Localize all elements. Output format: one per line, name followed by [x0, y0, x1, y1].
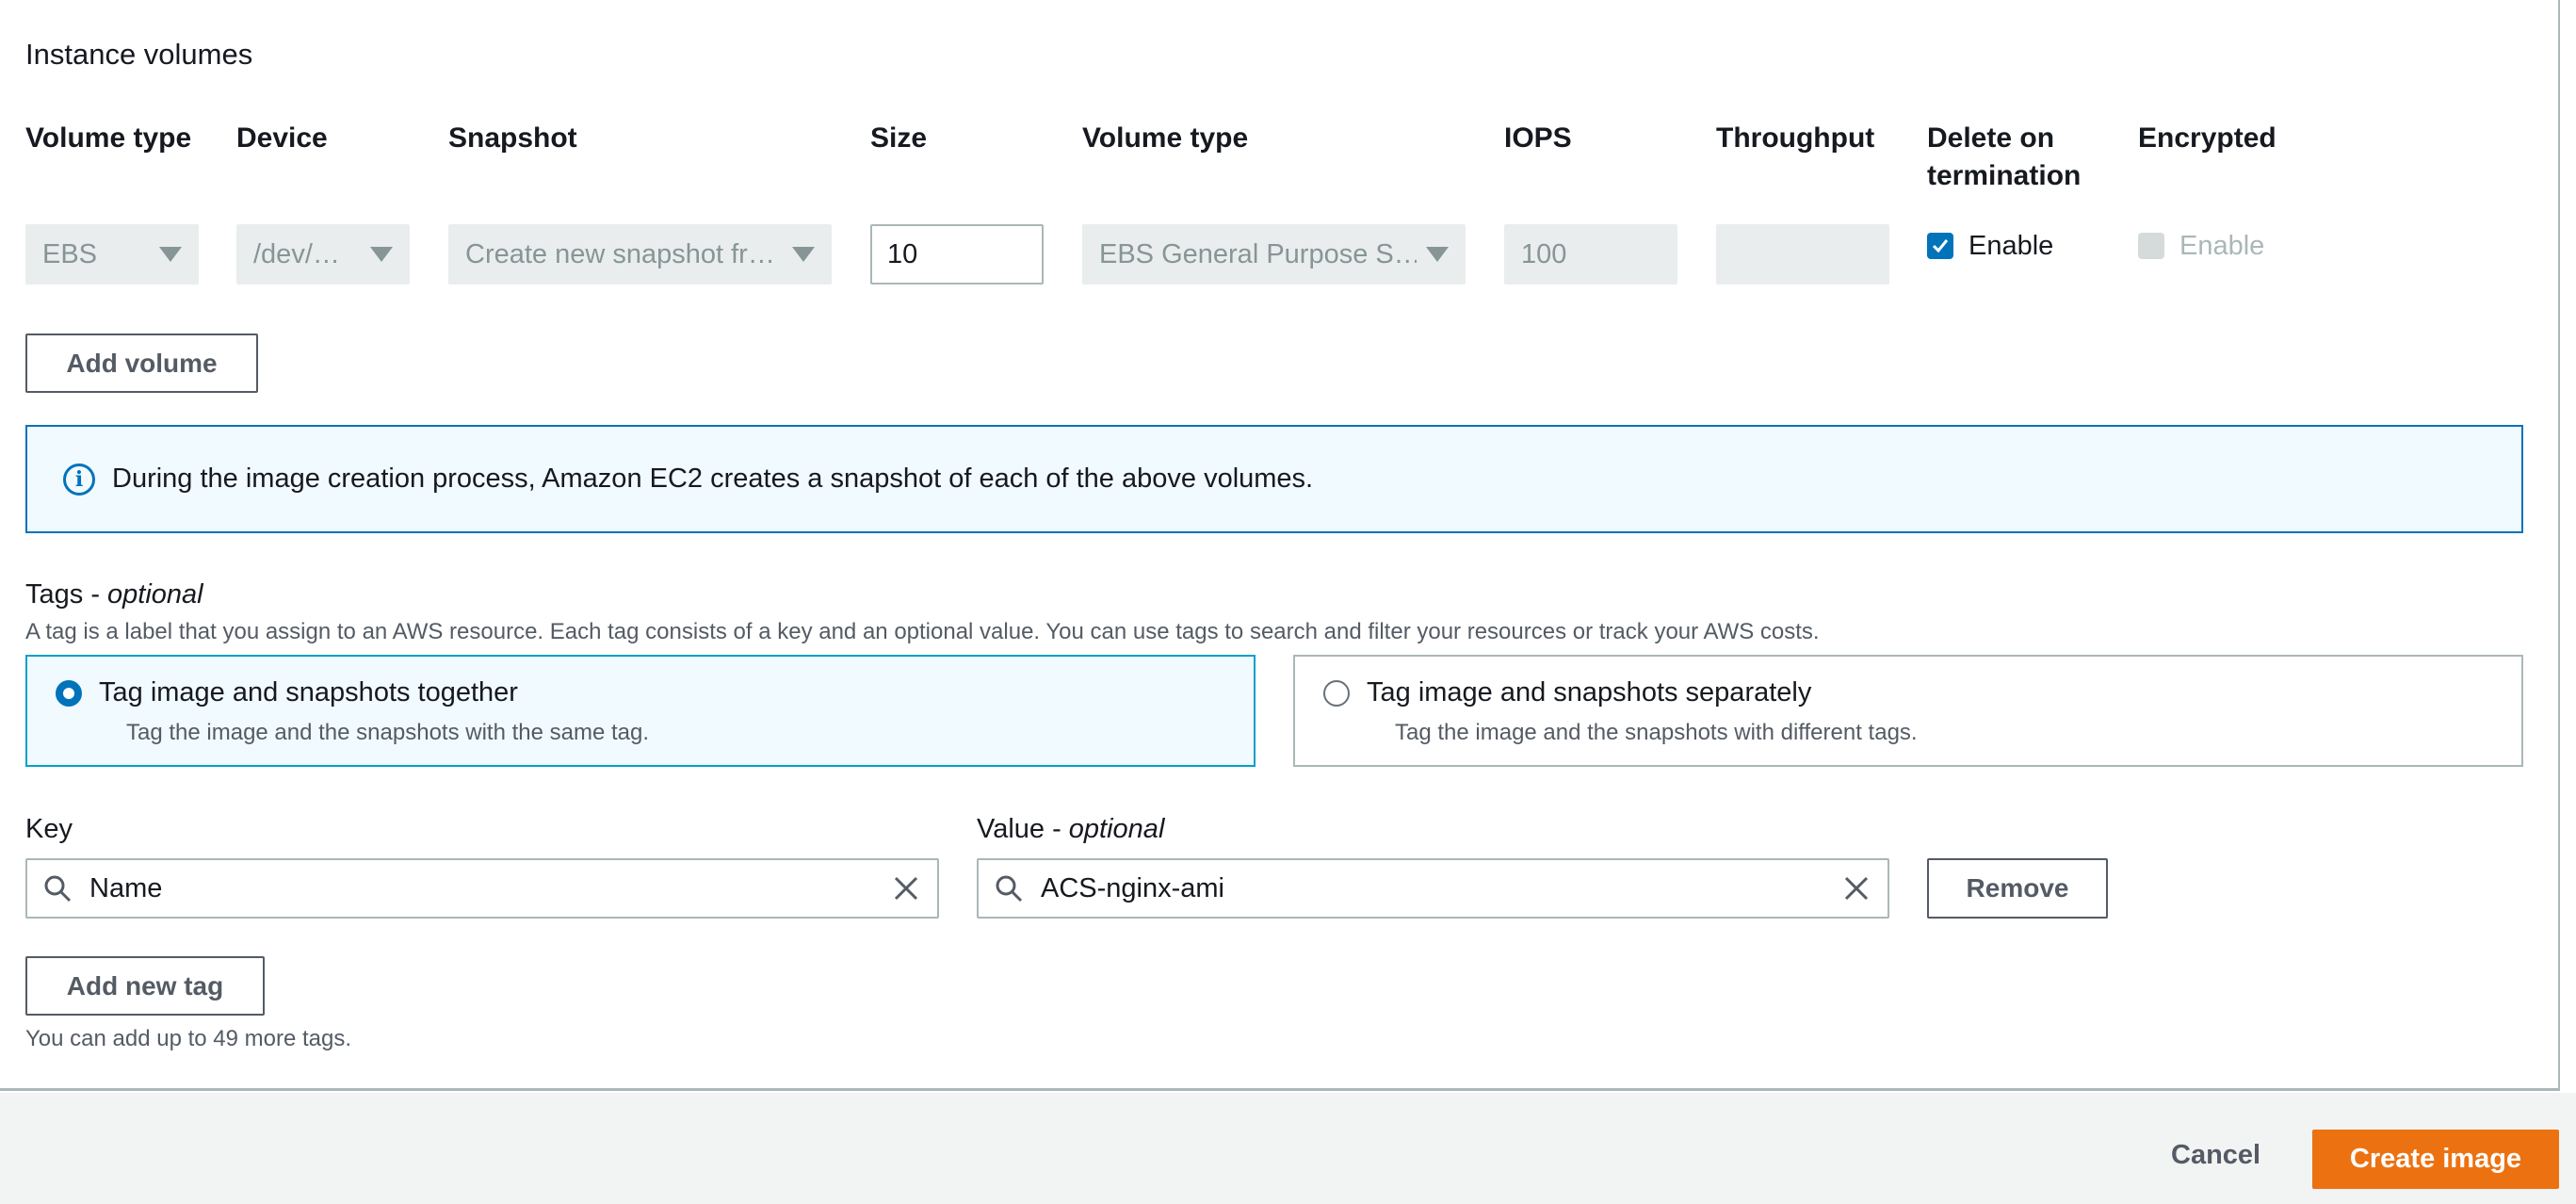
- tags-title-text: Tags -: [25, 579, 108, 610]
- tag-value-input[interactable]: ACS-nginx-ami: [977, 858, 1889, 919]
- add-new-tag-button[interactable]: Add new tag: [25, 956, 265, 1016]
- volume-type-value: EBS: [42, 238, 98, 269]
- clear-icon[interactable]: [892, 874, 920, 903]
- tags-title: Tags - optional: [25, 579, 203, 610]
- radio-selected-icon: [56, 679, 82, 707]
- tag-together-label: Tag image and snapshots together: [99, 677, 518, 708]
- search-icon: [996, 875, 1023, 903]
- col-size: Size: [870, 122, 928, 154]
- value-label-text: Value -: [977, 814, 1069, 844]
- delete-on-termination-label: Enable: [1968, 230, 2054, 261]
- form-panel: Instance volumes Volume type Device Snap…: [0, 0, 2560, 1091]
- create-image-page: Instance volumes Volume type Device Snap…: [0, 0, 2576, 1204]
- col-volume-type: Volume type: [25, 122, 192, 154]
- cancel-button[interactable]: Cancel: [2171, 1140, 2260, 1171]
- device-select[interactable]: /dev/…: [236, 224, 410, 285]
- caret-down-icon: [792, 247, 815, 262]
- caret-down-icon: [370, 247, 393, 262]
- tag-together-option[interactable]: Tag image and snapshots together Tag the…: [25, 655, 1256, 767]
- snapshot-value: Create new snapshot fr…: [465, 238, 775, 269]
- col-device: Device: [236, 122, 328, 154]
- tag-separately-label: Tag image and snapshots separately: [1367, 677, 1812, 708]
- remove-tag-button[interactable]: Remove: [1927, 858, 2108, 919]
- delete-on-termination-checkbox[interactable]: Enable: [1927, 230, 2053, 262]
- create-image-button[interactable]: Create image: [2312, 1130, 2559, 1189]
- caret-down-icon: [159, 247, 182, 262]
- col-snapshot: Snapshot: [448, 122, 577, 154]
- throughput-input[interactable]: [1716, 224, 1889, 285]
- checkbox-checked-icon: [1927, 233, 1953, 259]
- tags-description: A tag is a label that you assign to an A…: [25, 619, 1820, 644]
- checkbox-unchecked-icon: [2138, 233, 2164, 259]
- clear-icon[interactable]: [1842, 874, 1871, 903]
- tags-title-optional: optional: [107, 579, 203, 610]
- info-icon: i: [63, 463, 95, 496]
- key-label: Key: [25, 814, 73, 844]
- info-alert: i During the image creation process, Ama…: [25, 425, 2523, 533]
- tag-value-value: ACS-nginx-ami: [1041, 872, 1224, 903]
- search-icon: [44, 875, 72, 903]
- value-label-optional: optional: [1068, 814, 1165, 844]
- volume-type-select[interactable]: EBS: [25, 224, 199, 285]
- tag-separately-option[interactable]: Tag image and snapshots separately Tag t…: [1293, 655, 2523, 767]
- tag-separately-description: Tag the image and the snapshots with dif…: [1395, 720, 1918, 745]
- tag-key-value: Name: [89, 872, 163, 903]
- size-input[interactable]: 10: [870, 224, 1044, 285]
- radio-unselected-icon: [1323, 679, 1350, 707]
- col-ebs-volume-type: Volume type: [1082, 122, 1249, 154]
- iops-input[interactable]: 100: [1504, 224, 1677, 285]
- ebs-volume-type-select[interactable]: EBS General Purpose S…: [1082, 224, 1466, 285]
- caret-down-icon: [1426, 247, 1449, 262]
- info-text: During the image creation process, Amazo…: [112, 464, 1314, 494]
- device-value: /dev/…: [253, 238, 340, 269]
- col-encrypted: Encrypted: [2138, 122, 2276, 154]
- snapshot-select[interactable]: Create new snapshot fr…: [448, 224, 832, 285]
- tag-key-input[interactable]: Name: [25, 858, 939, 919]
- add-volume-button[interactable]: Add volume: [25, 334, 258, 393]
- section-title: Instance volumes: [25, 38, 253, 71]
- col-throughput: Throughput: [1716, 122, 1875, 154]
- ebs-volume-type-value: EBS General Purpose S…: [1099, 238, 1417, 269]
- value-label: Value - optional: [977, 814, 1164, 845]
- tags-limit-helper: You can add up to 49 more tags.: [25, 1026, 352, 1051]
- col-delete-on-termination: Delete on termination: [1927, 122, 2082, 191]
- col-iops: IOPS: [1504, 122, 1572, 154]
- tag-together-description: Tag the image and the snapshots with the…: [126, 720, 650, 745]
- encrypted-label: Enable: [2179, 230, 2265, 261]
- encrypted-checkbox[interactable]: Enable: [2138, 230, 2264, 262]
